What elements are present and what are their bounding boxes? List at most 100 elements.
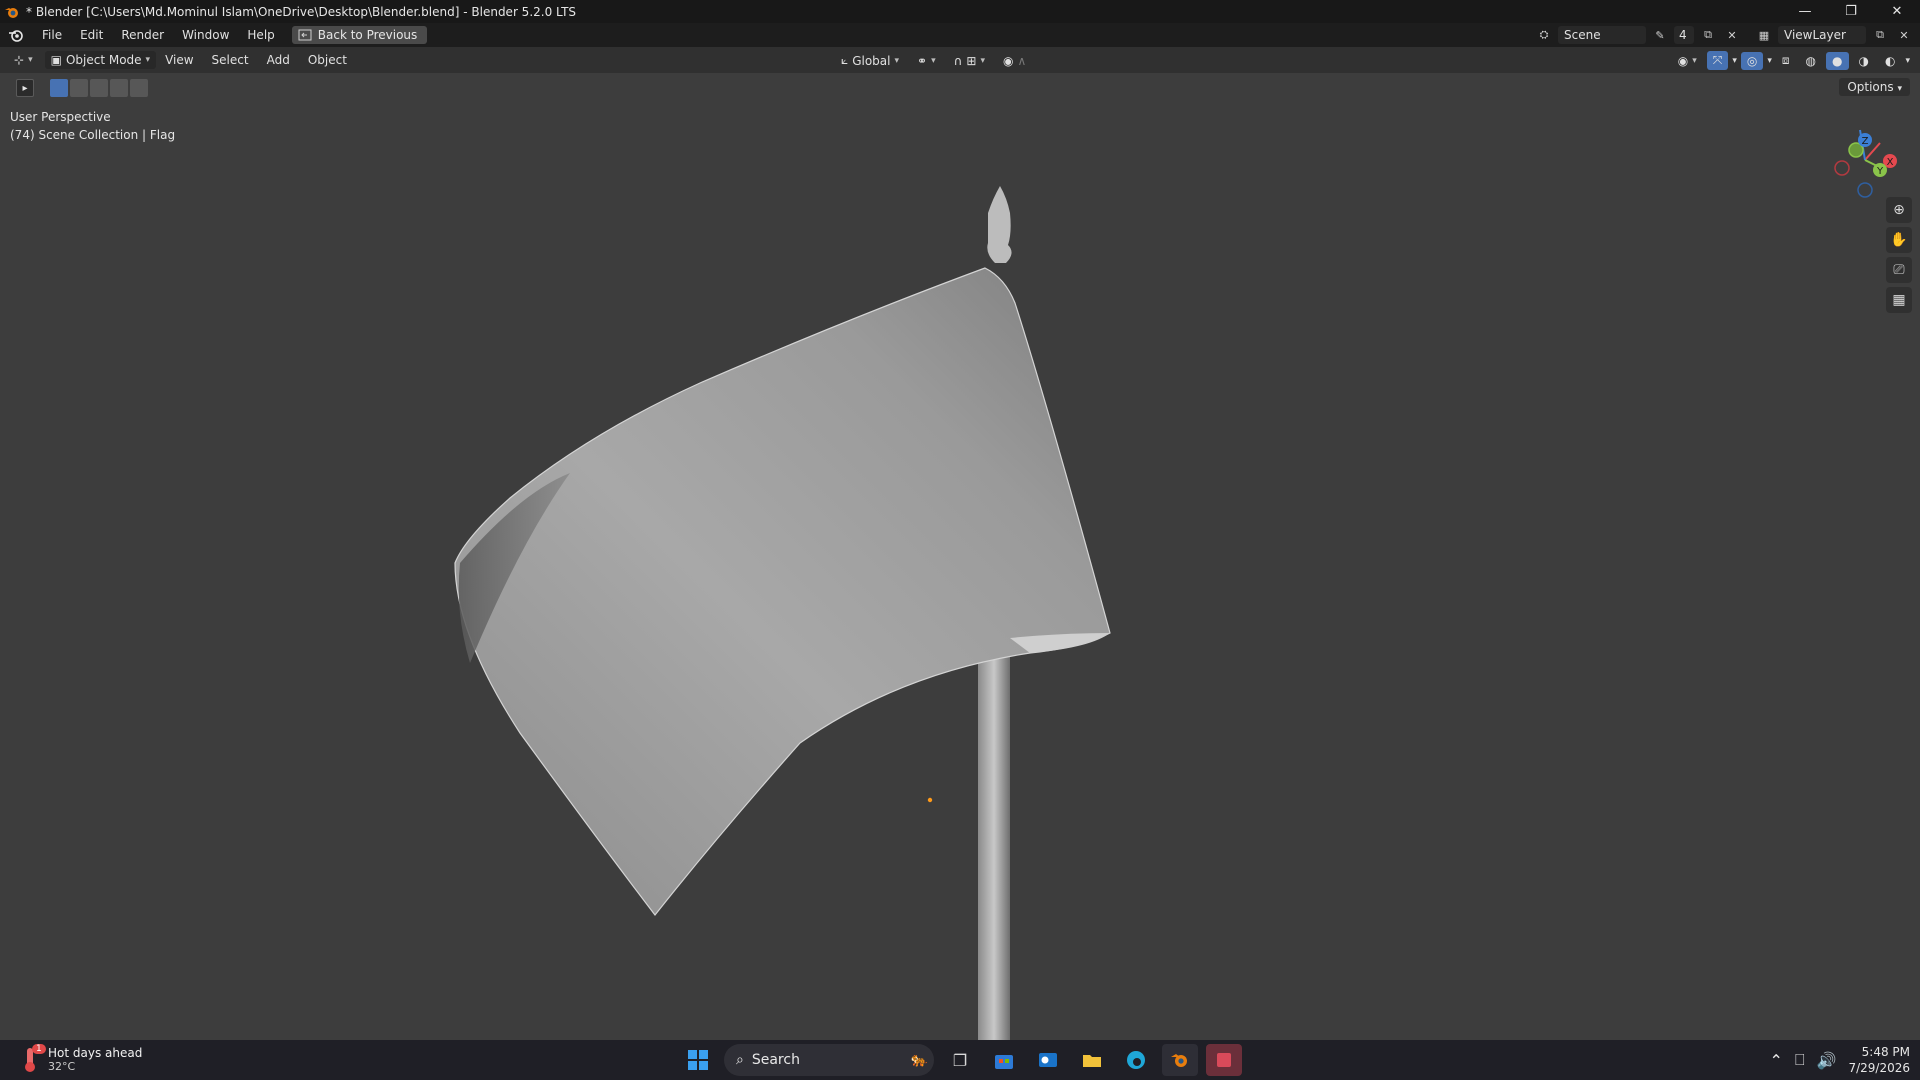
viewport-nav-tools: ⊕ ✋ ⎚ ▦ [1886, 197, 1912, 313]
menu-file[interactable]: File [33, 25, 71, 45]
pivot-icon: ⚭ [917, 53, 928, 68]
new-viewlayer-icon[interactable]: ⧉ [1870, 26, 1890, 44]
new-scene-icon[interactable]: ⧉ [1698, 26, 1718, 44]
store-icon[interactable] [986, 1044, 1022, 1076]
delete-viewlayer-icon[interactable]: ✕ [1894, 26, 1914, 44]
chevron-down-icon: ▾ [1897, 84, 1902, 94]
gizmo-toggle[interactable]: ⤧ [1706, 51, 1729, 70]
eye-icon: ◉ [1677, 53, 1689, 68]
chevron-down-icon[interactable]: ▾ [1767, 56, 1772, 66]
weather-badge: 1 [32, 1044, 46, 1054]
taskbar-search[interactable]: ⌕ Search 🐅 [724, 1044, 934, 1076]
orientation-icon: ⟀ [841, 53, 849, 67]
app-taskbar-icon[interactable] [1206, 1044, 1242, 1076]
chevron-down-icon: ▾ [28, 55, 33, 65]
gizmo-neg-z[interactable] [1857, 182, 1873, 198]
snap-dropdown[interactable]: ∩ ⊞ ▾ [948, 52, 991, 70]
chevron-down-icon[interactable]: ▾ [1905, 56, 1910, 66]
start-button[interactable] [680, 1044, 716, 1076]
solid-shading-button[interactable]: ● [1826, 51, 1849, 70]
snap-target-icon: ⊞ [966, 53, 977, 68]
transform-orientation-dropdown[interactable]: ⟀ Global ▾ [835, 51, 905, 70]
magnet-icon: ∩ [953, 53, 963, 68]
chevron-down-icon: ▾ [894, 55, 900, 66]
pin-icon[interactable]: ✎ [1650, 26, 1670, 44]
overlays-icon: ◎ [1746, 53, 1758, 68]
network-icon[interactable]: ⎕ [1795, 1050, 1805, 1070]
wireframe-shading-button[interactable]: ◍ [1800, 52, 1822, 70]
pan-hand-icon[interactable]: ✋ [1886, 227, 1912, 253]
flag-cloth [454, 267, 1111, 916]
back-to-previous-label: Back to Previous [317, 28, 418, 42]
proportional-icon: ◉ [1003, 53, 1014, 68]
pole-finial [987, 186, 1012, 263]
clock[interactable]: 5:48 PM 7/29/2026 [1848, 1044, 1910, 1076]
back-to-previous-button[interactable]: Back to Previous [291, 26, 428, 44]
close-button[interactable]: ✕ [1874, 0, 1920, 23]
material-shading-button[interactable]: ◑ [1853, 52, 1875, 70]
menu-add[interactable]: Add [258, 50, 299, 70]
gizmo-neg-x[interactable] [1834, 160, 1850, 176]
system-tray: ⌃ ⎕ 🔊 5:48 PM 7/29/2026 [1770, 1044, 1910, 1076]
navigation-gizmo[interactable]: X Z Y [1820, 108, 1910, 198]
camera-view-icon[interactable]: ⎚ [1886, 257, 1912, 283]
volume-icon[interactable]: 🔊 [1817, 1051, 1837, 1070]
delete-scene-icon[interactable]: ✕ [1722, 26, 1742, 44]
gizmo-y-label: Y [1876, 166, 1884, 177]
chevron-down-icon: ▾ [145, 55, 151, 65]
chevron-down-icon: ▾ [980, 55, 985, 66]
menu-select[interactable]: Select [203, 50, 258, 70]
clock-date: 7/29/2026 [1848, 1061, 1910, 1075]
scene-selector-icon[interactable]: ⛭ [1534, 26, 1554, 44]
falloff-icon: ∧ [1017, 53, 1027, 68]
pivot-point-dropdown[interactable]: ⚭ ▾ [911, 52, 942, 70]
visibility-dropdown[interactable]: ◉ ▾ [1672, 52, 1703, 70]
proportional-editing-toggle[interactable]: ◉ ∧ [997, 52, 1032, 70]
file-explorer-icon[interactable] [1074, 1044, 1110, 1076]
rendered-shading-button[interactable]: ◐ [1879, 52, 1901, 70]
chevron-up-icon[interactable]: ⌃ [1770, 1051, 1783, 1070]
grid-view-icon[interactable]: ▦ [1886, 287, 1912, 313]
xray-icon: ⧈ [1781, 53, 1790, 67]
gizmo-x-label: X [1887, 157, 1894, 168]
minimize-button[interactable]: — [1782, 0, 1828, 23]
orientation-label: Global [852, 53, 891, 68]
zoom-icon[interactable]: ⊕ [1886, 197, 1912, 223]
scene-users-count: 4 [1674, 26, 1694, 44]
overlays-toggle[interactable]: ◎ [1740, 51, 1764, 70]
chevron-down-icon: ▾ [1692, 55, 1697, 66]
scene-name-field[interactable]: Scene [1558, 26, 1646, 44]
window-title: * Blender [C:\Users\Md.Mominul Islam\One… [26, 4, 577, 19]
menu-help[interactable]: Help [238, 25, 283, 45]
material-icon: ◑ [1858, 53, 1869, 68]
maximize-button[interactable]: ❐ [1828, 0, 1874, 23]
options-dropdown[interactable]: Options ▾ [1839, 78, 1910, 96]
back-icon [298, 29, 312, 41]
flag-scene [454, 186, 1111, 1040]
menu-edit[interactable]: Edit [71, 25, 112, 45]
3d-viewport[interactable]: ▸ User Perspective (74) Scene Collection… [0, 73, 1920, 1040]
blender-taskbar-icon[interactable] [1162, 1044, 1198, 1076]
chevron-down-icon[interactable]: ▾ [1732, 56, 1737, 66]
outlook-icon[interactable] [1030, 1044, 1066, 1076]
menu-window[interactable]: Window [173, 25, 238, 45]
menu-render[interactable]: Render [112, 25, 173, 45]
search-icon: ⌕ [736, 1052, 744, 1068]
blender-logo-icon[interactable] [5, 24, 27, 46]
object-mode-dropdown[interactable]: ▣ Object Mode ▾ [44, 51, 157, 69]
menu-view[interactable]: View [156, 50, 202, 70]
menu-object[interactable]: Object [299, 50, 356, 70]
weather-widget[interactable]: 1 Hot days ahead 32°C [20, 1044, 142, 1074]
xray-toggle[interactable]: ⧈ [1776, 51, 1796, 70]
edge-icon[interactable] [1118, 1044, 1154, 1076]
viewlayer-name-field[interactable]: ViewLayer [1778, 26, 1866, 44]
editor-type-icon: ⊹ [14, 53, 25, 67]
gizmo-icon: ⤧ [1712, 53, 1723, 67]
windows-taskbar: 1 Hot days ahead 32°C ⌕ Search 🐅 ❐ ⌃ ⎕ 🔊… [0, 1040, 1920, 1080]
editor-type-dropdown[interactable]: ⊹ ▾ [8, 51, 39, 69]
task-view-icon[interactable]: ❐ [942, 1044, 978, 1076]
viewlayer-name: ViewLayer [1784, 28, 1846, 42]
object-origin-dot[interactable] [927, 797, 933, 803]
viewlayer-selector-icon[interactable]: ▦ [1754, 26, 1774, 44]
weather-temp: 32°C [48, 1059, 76, 1073]
